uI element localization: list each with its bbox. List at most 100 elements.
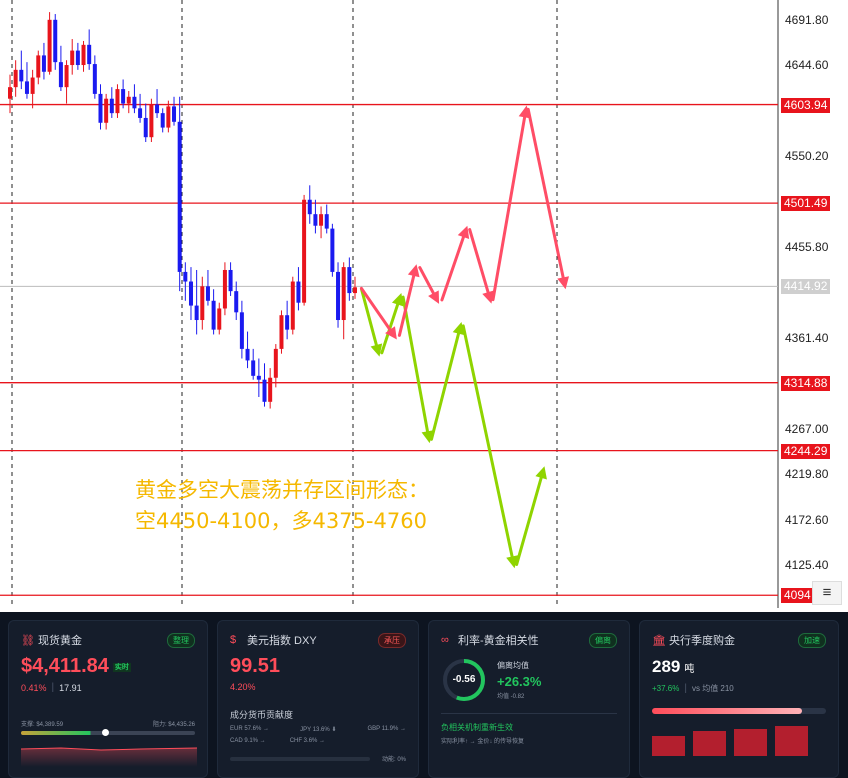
card-title: 利率-黄金相关性 (458, 635, 539, 647)
candle-body (115, 89, 120, 114)
bear-forecast-arrow-shaft (515, 472, 544, 566)
candle-body (205, 286, 210, 301)
axis-tick-label: 4125.40 (785, 558, 829, 572)
candle-body (126, 96, 131, 104)
axis-tick-label: 4361.40 (785, 330, 829, 345)
candle-body (296, 281, 301, 303)
candle-body (336, 271, 341, 321)
dxy-value: 99.51 (230, 655, 281, 677)
candle-body (239, 312, 244, 349)
fx-eur: EUR 57.6% → (230, 726, 270, 732)
candle-body (19, 69, 24, 82)
central-bank-purchase-card[interactable]: 🏛 央行季度购金 加速 289 吨 +37.6% | vs 均值 210 (639, 620, 839, 778)
fx-row-2: CAD 9.1% → CHF 3.6% → (230, 738, 406, 744)
bear-forecast-arrow-head (391, 293, 404, 307)
axis-tick-label: 4267.00 (785, 421, 829, 436)
divider (441, 713, 617, 714)
bear-forecast-arrow-shaft (461, 324, 515, 562)
candle-body (81, 44, 86, 66)
candle-body (149, 104, 154, 138)
dollar-icon: $ (230, 634, 237, 646)
axis-tick-label: 4172.60 (785, 512, 829, 527)
rate-gold-correlation-card[interactable]: ∞ 利率-黄金相关性 偏离 -0.56 偏离均值 +26.3% 均值 -0.82… (428, 620, 630, 778)
momentum-row: 动能: 0% (230, 754, 406, 763)
level-price-tag: 4314.88 (781, 375, 831, 391)
bear-forecast-arrow-shaft (401, 295, 430, 437)
purchase-delta: +37.6% (652, 684, 680, 693)
price-chart[interactable]: 黄金多空大震荡并存区间形态： 空4450-4100，多4375-4760 469… (0, 0, 848, 608)
candle-body (98, 93, 103, 123)
gold-change-abs: 17.91 (59, 682, 82, 693)
candle-body (228, 269, 233, 292)
candle-body (160, 113, 165, 128)
candle-body (143, 117, 148, 138)
card-title: 美元指数 DXY (247, 635, 317, 647)
candle-body (24, 81, 29, 94)
candle-body (290, 281, 295, 330)
candle-body (347, 267, 352, 294)
purchase-vs-mean: vs 均值 210 (691, 684, 734, 693)
bull-forecast-arrow-head (457, 225, 470, 239)
dxy-card[interactable]: $ 美元指数 DXY 承压 99.51 4.20% 成分货币贡献度 EUR 57… (217, 620, 419, 778)
range-marker (102, 729, 110, 736)
candle-body (13, 69, 18, 88)
gauge-value: -0.56 (452, 674, 476, 685)
card-title: 现货黄金 (38, 635, 82, 647)
candle-body (217, 308, 222, 330)
candle-body (302, 199, 307, 303)
purchase-unit: 吨 (684, 664, 695, 675)
candle-body (234, 291, 239, 313)
candle-body (132, 96, 137, 109)
chain-icon: ∞ (441, 634, 449, 646)
fx-cad: CAD 9.1% → (230, 738, 266, 744)
candle-body (194, 305, 199, 321)
candle-body (330, 228, 335, 272)
candle-body (251, 360, 256, 376)
bull-forecast-arrow-head (557, 276, 570, 290)
status-badge: 承压 (378, 632, 406, 648)
candle-body (256, 375, 261, 380)
candle-body (92, 64, 97, 94)
candle-body (109, 98, 114, 114)
candle-body (319, 214, 324, 226)
candle-body (36, 55, 41, 78)
gold-price-row: $4,411.84 实时 (21, 655, 195, 678)
fx-chf: CHF 3.6% → (289, 738, 326, 744)
level-price-tag: 4603.94 (781, 97, 831, 113)
spot-gold-card[interactable]: ⛓ 现货黄金 整理 $4,411.84 实时 0.41% | 17.91 支撑: … (8, 620, 208, 778)
fx-row-1: EUR 57.6% → JPY 13.6% ⬇ GBP 11.9% → (230, 726, 406, 733)
axis-tick-label: 4550.20 (785, 149, 829, 164)
candle-body (64, 65, 69, 88)
mean-value: 均值 -0.82 (497, 694, 525, 700)
purchase-progress-bar (652, 708, 826, 714)
bear-forecast-arrow-shaft (380, 299, 401, 355)
level-price-tag: 4094 (781, 588, 814, 604)
support-label: 支撑: $4,389.59 (21, 722, 64, 728)
status-badge: 偏离 (589, 632, 617, 648)
quarter-bar (734, 729, 767, 756)
candle-body (138, 108, 143, 118)
quarter-bar (775, 726, 808, 756)
hamburger-icon[interactable]: ≡ (812, 581, 842, 605)
candle-body (262, 379, 267, 402)
bull-forecast-arrow-shaft (526, 107, 566, 283)
correlation-gauge: -0.56 (441, 657, 487, 703)
purchase-progress-fill (652, 708, 802, 714)
realtime-badge: 实时 (112, 662, 131, 672)
candle-body (53, 19, 58, 63)
axis-tick-label: 4219.80 (785, 467, 829, 482)
candle-body (41, 55, 46, 72)
quarter-bar (652, 736, 685, 756)
bear-forecast-arrow-head (535, 466, 547, 480)
status-badge: 整理 (167, 632, 195, 648)
price-range-bar (21, 729, 195, 736)
candle-body (285, 315, 290, 330)
candle-body (70, 50, 75, 66)
bull-forecast-arrow-shaft (491, 111, 527, 302)
mechanism-message: 负相关机制重新生效 (441, 723, 513, 732)
purchase-value: 289 (652, 657, 681, 676)
deviation-value: +26.3% (497, 674, 542, 689)
momentum-bar (230, 756, 370, 761)
current-price-tag: 4414.92 (781, 279, 831, 295)
candle-body (75, 50, 80, 66)
